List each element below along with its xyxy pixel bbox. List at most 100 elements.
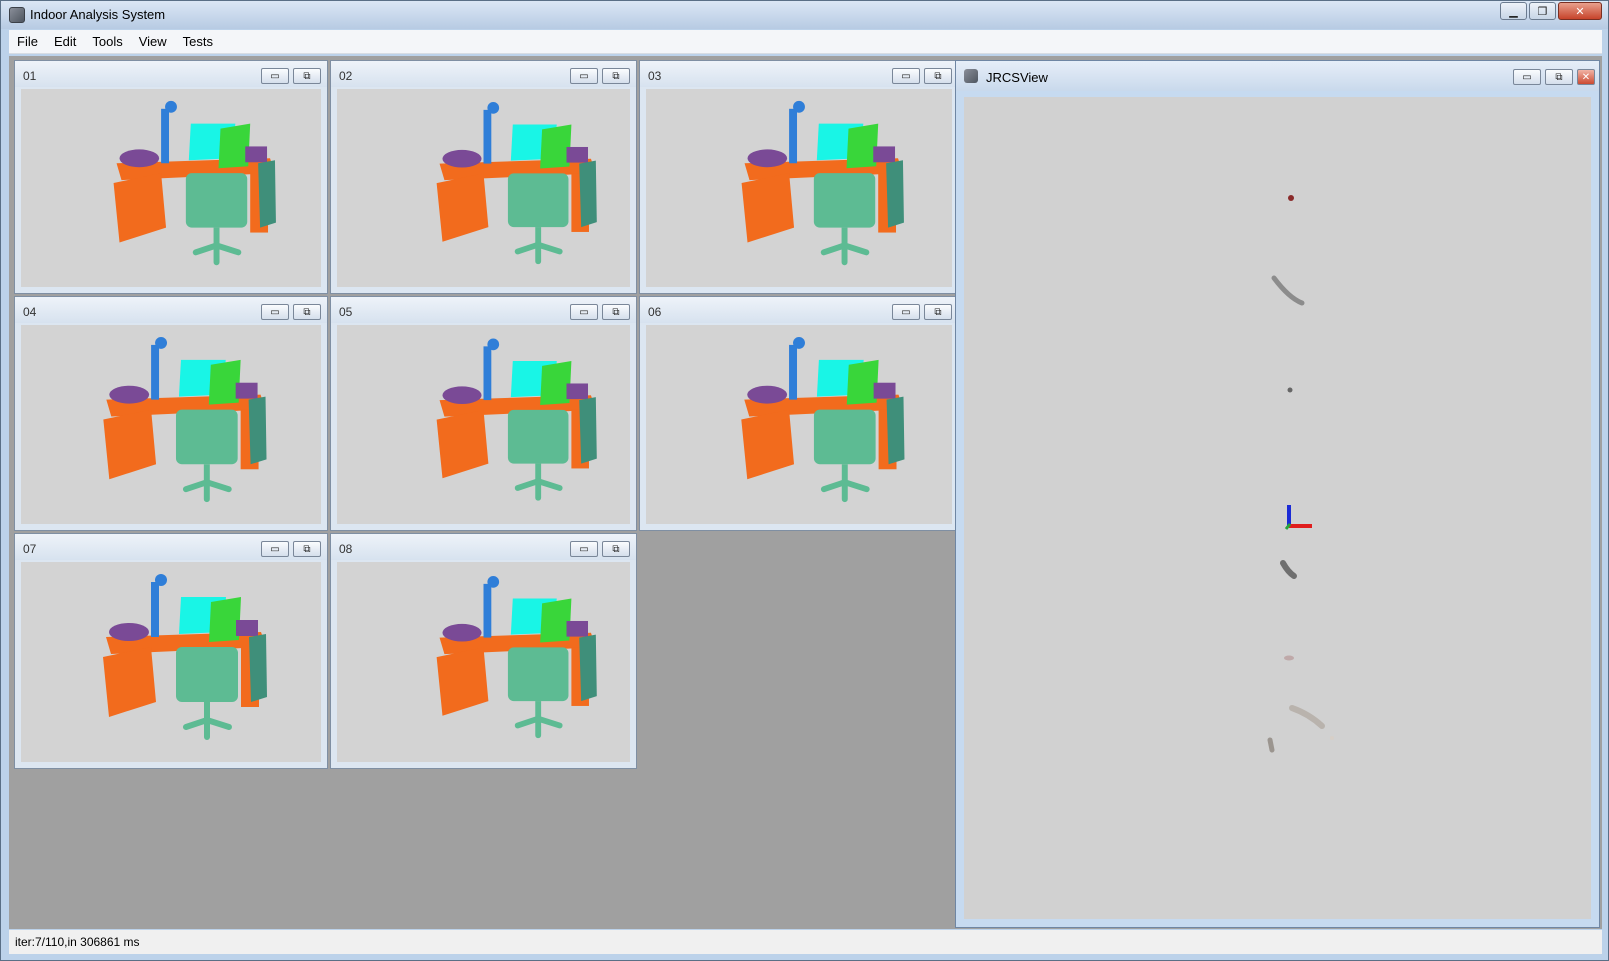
lamp-head [793,336,805,349]
cabinet [249,634,267,702]
subwindow-label: 07 [23,542,37,556]
purple-object [873,146,896,163]
restore-button[interactable]: ⧉ [293,304,321,320]
subwindow-01[interactable]: 01 ▭ ⧉ [14,60,328,294]
point-cloud-view[interactable] [646,89,952,287]
minimize-button[interactable]: ▭ [570,304,598,320]
chair-base [192,242,242,266]
purple-object [109,623,149,641]
purple-object [119,149,160,168]
restore-button[interactable]: ⧉ [602,541,630,557]
purple-object [442,623,482,642]
subwindow-label: 02 [339,69,353,83]
cabinet [248,396,267,465]
subwindow-label: 03 [648,69,662,83]
status-text: iter:7/110,in 306861 ms [15,935,140,949]
subwindow-07[interactable]: 07 ▭ ⧉ [14,533,328,769]
desk-drawer [436,173,489,242]
menu-bar: File Edit Tools View Tests [9,30,1602,54]
point-cluster [1271,275,1305,306]
chair-base [820,479,870,503]
minimize-button[interactable]: ▭ [570,541,598,557]
subwindow-06[interactable]: 06 ▭ ⧉ [639,296,959,531]
subwindow-label: 01 [23,69,37,83]
chair-base [183,716,232,740]
point-cluster [1289,705,1325,729]
lamp [789,344,798,400]
subwindow-label: 05 [339,305,353,319]
subwindow-08[interactable]: 08 ▭ ⧉ [330,533,637,769]
point-cloud-scene [436,102,597,265]
chair-base [820,242,870,266]
menu-tools[interactable]: Tools [84,34,130,49]
point-cloud-view[interactable] [646,325,952,524]
axis-z [1284,523,1292,530]
desk-drawer [436,409,489,479]
restore-button[interactable]: ⧉ [924,68,952,84]
chair-base [182,479,232,503]
point-cluster [1280,560,1297,579]
desk-drawer [436,647,489,716]
minimize-button[interactable]: ▭ [570,68,598,84]
restore-button[interactable]: ⧉ [1545,69,1573,85]
subwindow-04[interactable]: 04 ▭ ⧉ [14,296,328,531]
purple-object [235,382,258,399]
subwindow-02[interactable]: 02 ▭ ⧉ [330,60,637,294]
minimize-button[interactable]: ▭ [261,68,289,84]
lamp-head [155,336,168,349]
subwindow-03[interactable]: 03 ▭ ⧉ [639,60,959,294]
subwindow-05[interactable]: 05 ▭ ⧉ [330,296,637,531]
lamp [151,344,160,400]
title-bar[interactable]: Indoor Analysis System ▁ ❐ ✕ [1,1,1608,29]
restore-button[interactable]: ⧉ [293,68,321,84]
jrcs-canvas[interactable] [964,97,1591,919]
menu-view[interactable]: View [131,34,175,49]
point-cloud-view[interactable] [21,325,321,524]
point-cloud-view[interactable] [21,89,321,287]
cabinet [886,160,904,228]
close-button[interactable]: ✕ [1558,2,1602,20]
menu-edit[interactable]: Edit [46,34,84,49]
jrcs-view-window[interactable]: JRCSView ▭ ⧉ ✕ [955,60,1600,928]
desk-scene [741,100,904,266]
desk-scene [103,574,267,740]
restore-button[interactable]: ⧉ [293,541,321,557]
purple-object [566,146,589,163]
purple-object [109,385,150,404]
lamp-head [793,100,805,113]
point-cloud-view[interactable] [337,89,630,287]
restore-button[interactable]: ⧉ [602,68,630,84]
menu-file[interactable]: File [9,34,46,49]
chair-back [507,173,569,228]
restore-button[interactable]: ⧉ [602,304,630,320]
point-cloud-view[interactable] [337,325,630,524]
point-cluster [1267,737,1275,753]
point-cloud-view[interactable] [21,562,321,762]
purple-object [442,386,482,404]
cabinet [886,396,905,465]
minimize-button[interactable]: ▭ [261,541,289,557]
lamp [161,108,170,164]
point-cloud-scene [436,338,597,501]
minimize-button[interactable]: ▭ [1513,69,1541,85]
window-title: Indoor Analysis System [30,7,166,22]
minimize-button[interactable]: ▭ [261,304,289,320]
minimize-button[interactable]: ▭ [892,68,920,84]
chair-base [514,241,563,265]
purple-object [747,385,788,404]
subwindow-label: 06 [648,305,662,319]
desk-scene [436,102,597,265]
desk-drawer [113,173,167,243]
desk-scene [436,338,597,501]
app-icon [9,7,25,23]
chair-back [813,409,876,465]
minimize-button[interactable]: ▭ [892,304,920,320]
minimize-button[interactable]: ▁ [1500,2,1527,20]
purple-object [566,383,589,400]
close-button[interactable]: ✕ [1577,69,1595,85]
maximize-button[interactable]: ❐ [1529,2,1556,20]
menu-tests[interactable]: Tests [175,34,221,49]
point-cloud-view[interactable] [337,562,630,762]
restore-button[interactable]: ⧉ [924,304,952,320]
chair-back [507,647,569,702]
